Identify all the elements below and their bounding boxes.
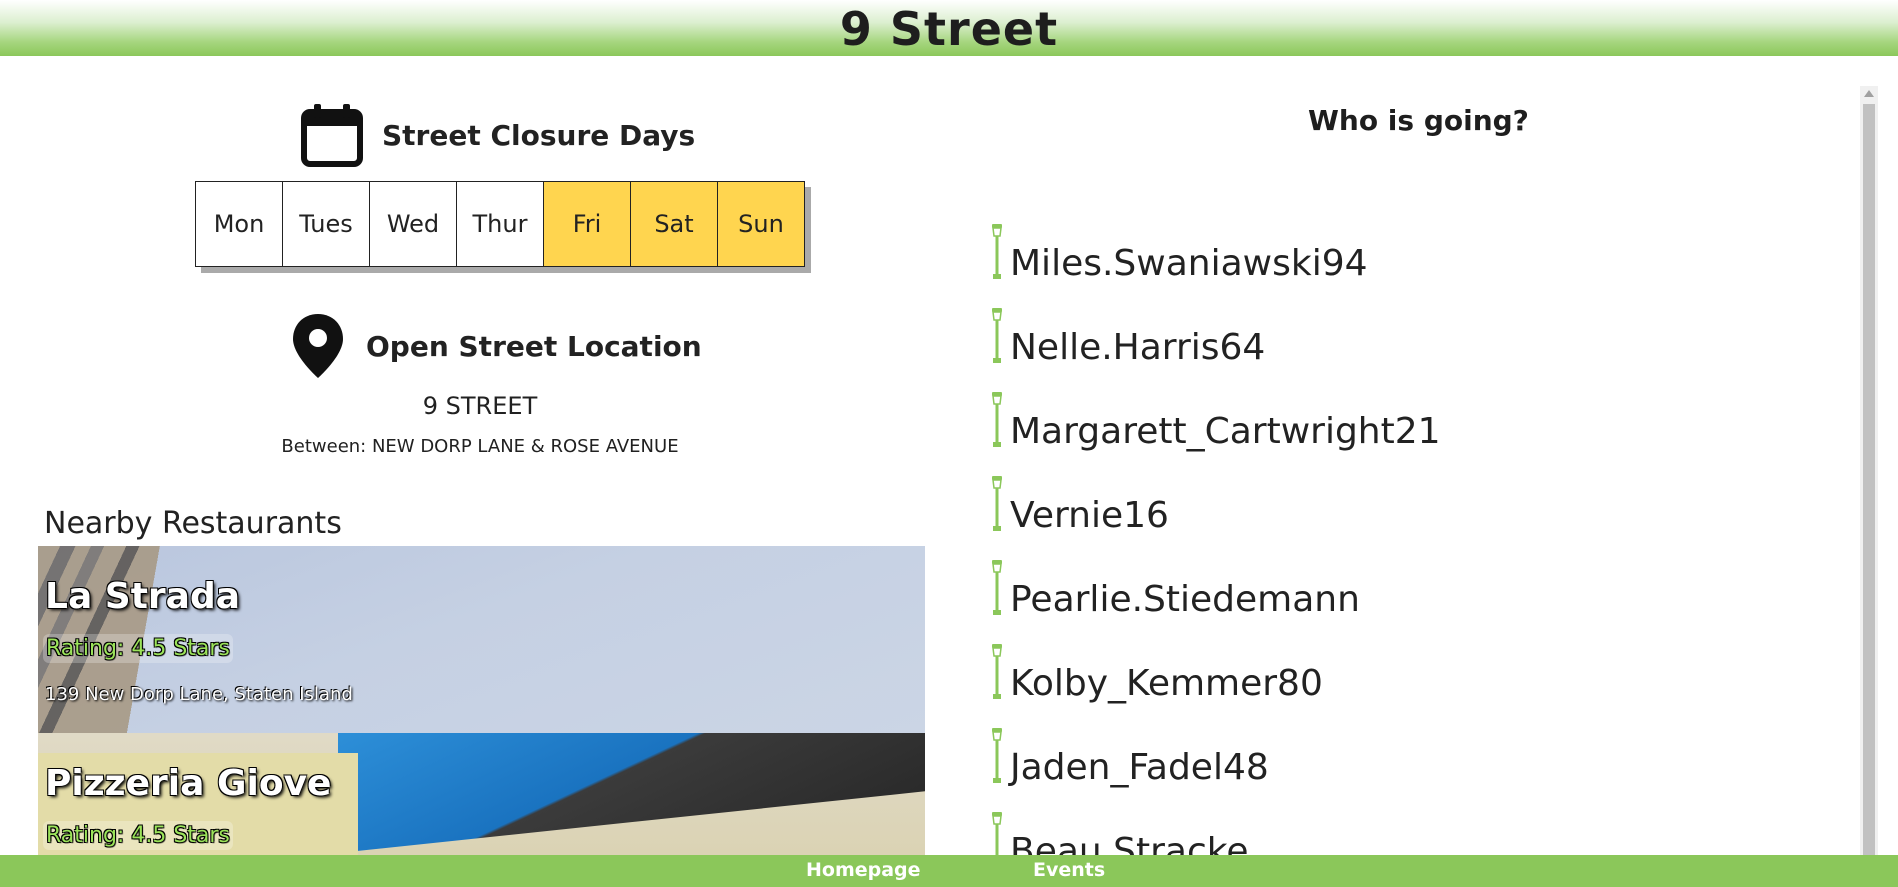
street-lamp-icon xyxy=(992,476,1002,531)
day-tues: Tues xyxy=(282,181,369,267)
attendee-name: Pearlie.Stiedemann xyxy=(1010,579,1360,620)
attendee-item: Kolby_Kemmer80 xyxy=(990,622,1770,706)
street-lamp-icon xyxy=(992,224,1002,279)
restaurant-list[interactable]: La Strada Rating: 4.5 Stars 139 New Dorp… xyxy=(38,546,925,856)
attendee-name: Vernie16 xyxy=(1010,495,1169,536)
attendee-name: Nelle.Harris64 xyxy=(1010,327,1266,368)
attendee-item: Jaden_Fadel48 xyxy=(990,706,1770,790)
scroll-up-arrow-icon[interactable] xyxy=(1864,90,1874,97)
attendee-item: Margarett_Cartwright21 xyxy=(990,370,1770,454)
page-header: 9 Street xyxy=(0,0,1898,56)
day-fri: Fri xyxy=(543,181,630,267)
attendee-name: Miles.Swaniawski94 xyxy=(1010,243,1368,284)
day-sun: Sun xyxy=(717,181,805,267)
street-lamp-icon xyxy=(992,728,1002,783)
attendee-item: Vernie16 xyxy=(990,454,1770,538)
map-pin-icon xyxy=(293,314,343,378)
street-lamp-icon xyxy=(992,644,1002,699)
street-lamp-icon xyxy=(992,560,1002,615)
location-heading: Open Street Location xyxy=(290,312,702,380)
calendar-icon xyxy=(301,104,363,167)
who-is-going-title: Who is going? xyxy=(1308,104,1529,137)
restaurant-name: Pizzeria Giove xyxy=(45,763,332,804)
street-info-panel: Street Closure Days Mon Tues Wed Thur Fr… xyxy=(0,56,960,856)
street-between: Between: NEW DORP LANE & ROSE AVENUE xyxy=(281,436,679,457)
restaurant-rating: Rating: 4.5 Stars xyxy=(43,634,233,663)
closure-days-grid: Mon Tues Wed Thur Fri Sat Sun xyxy=(195,181,805,267)
day-sat: Sat xyxy=(630,181,717,267)
footer-nav: Homepage Events xyxy=(0,855,1898,887)
closure-days-title: Street Closure Days xyxy=(382,118,696,152)
street-lamp-icon xyxy=(992,392,1002,447)
page-title: 9 Street xyxy=(839,2,1059,56)
footer-link-homepage[interactable]: Homepage xyxy=(806,859,921,881)
restaurant-name: La Strada xyxy=(45,576,241,617)
location-title: Open Street Location xyxy=(366,329,702,363)
scrollbar-thumb[interactable] xyxy=(1863,104,1875,856)
footer-link-events[interactable]: Events xyxy=(1033,859,1105,881)
restaurant-card[interactable]: Pizzeria Giove Rating: 4.5 Stars xyxy=(38,733,925,856)
street-name: 9 STREET xyxy=(422,392,538,420)
attendance-scrollbar[interactable] xyxy=(1860,86,1878,856)
attendance-panel[interactable]: Who is going? Miles.Swaniawski94 Nelle.Ha… xyxy=(960,56,1860,872)
restaurant-card[interactable]: La Strada Rating: 4.5 Stars 139 New Dorp… xyxy=(38,546,925,733)
attendee-item: Miles.Swaniawski94 xyxy=(990,202,1770,286)
street-lamp-icon xyxy=(992,308,1002,363)
restaurant-address: 139 New Dorp Lane, Staten Island xyxy=(45,684,353,705)
attendee-list: Miles.Swaniawski94 Nelle.Harris64 Margaret… xyxy=(990,202,1770,874)
day-thur: Thur xyxy=(456,181,543,267)
nearby-restaurants-title: Nearby Restaurants xyxy=(44,506,342,541)
restaurant-rating: Rating: 4.5 Stars xyxy=(43,821,233,850)
attendee-item: Nelle.Harris64 xyxy=(990,286,1770,370)
attendee-name: Jaden_Fadel48 xyxy=(1010,747,1269,788)
day-wed: Wed xyxy=(369,181,456,267)
attendee-name: Kolby_Kemmer80 xyxy=(1010,663,1323,704)
closure-days-heading: Street Closure Days xyxy=(300,102,695,168)
attendee-name: Margarett_Cartwright21 xyxy=(1010,411,1441,452)
attendee-item: Pearlie.Stiedemann xyxy=(990,538,1770,622)
day-mon: Mon xyxy=(195,181,282,267)
